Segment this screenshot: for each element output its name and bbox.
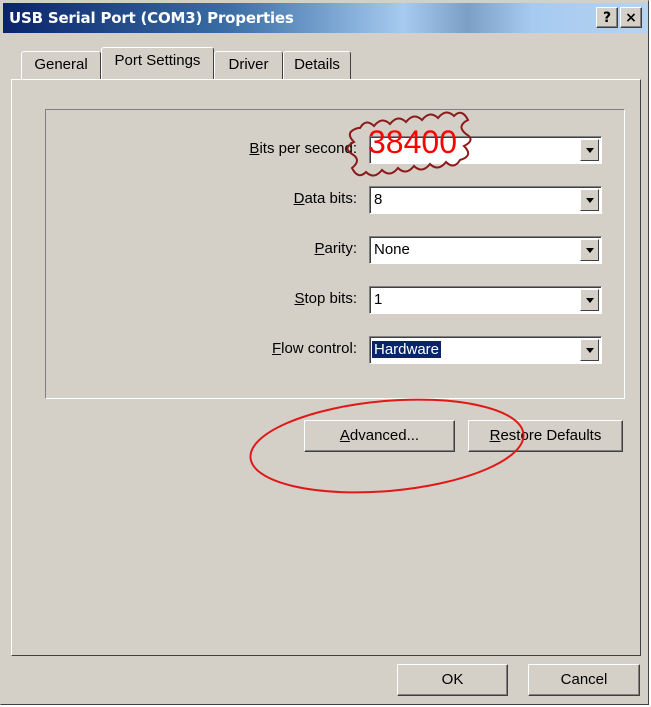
- bits-per-second-label: Bits per second:: [249, 140, 357, 157]
- parity-label: Parity:: [314, 240, 357, 257]
- chevron-down-icon[interactable]: [580, 139, 599, 161]
- title-bar[interactable]: USB Serial Port (COM3) Properties ? ×: [3, 3, 648, 33]
- tab-driver[interactable]: Driver: [214, 51, 283, 79]
- tab-general[interactable]: General: [21, 51, 101, 79]
- chevron-down-icon[interactable]: [580, 189, 599, 211]
- close-button[interactable]: ×: [620, 7, 642, 28]
- window-title: USB Serial Port (COM3) Properties: [9, 9, 294, 27]
- tab-details[interactable]: Details: [283, 51, 351, 79]
- help-button[interactable]: ?: [596, 7, 618, 28]
- stop-bits-select[interactable]: 1: [369, 286, 602, 314]
- data-bits-select[interactable]: 8: [369, 186, 602, 214]
- chevron-down-icon[interactable]: [580, 339, 599, 361]
- chevron-down-icon[interactable]: [580, 289, 599, 311]
- data-bits-label: Data bits:: [293, 190, 357, 207]
- stop-bits-value: 1: [374, 291, 383, 308]
- ok-button[interactable]: OK: [397, 664, 508, 696]
- data-bits-value: 8: [374, 191, 383, 208]
- advanced-button[interactable]: Advanced...: [304, 420, 455, 452]
- flow-control-select[interactable]: Hardware: [369, 336, 602, 364]
- stop-bits-label: Stop bits:: [294, 290, 357, 307]
- parity-select[interactable]: None: [369, 236, 602, 264]
- flow-control-value: Hardware: [372, 341, 442, 358]
- parity-value: None: [374, 241, 410, 258]
- annotation-baud-value: 38400: [368, 124, 457, 160]
- chevron-down-icon[interactable]: [580, 239, 599, 261]
- settings-group: Bits per second: 38400 Data bits: 8 Pari…: [45, 109, 625, 399]
- cancel-button[interactable]: Cancel: [528, 664, 640, 696]
- properties-dialog: USB Serial Port (COM3) Properties ? × Ge…: [0, 0, 649, 705]
- restore-defaults-button[interactable]: Restore Defaults: [468, 420, 623, 452]
- tab-port-settings[interactable]: Port Settings: [101, 47, 214, 79]
- flow-control-label: Flow control:: [271, 340, 357, 357]
- port-settings-page: Bits per second: 38400 Data bits: 8 Pari…: [11, 79, 641, 656]
